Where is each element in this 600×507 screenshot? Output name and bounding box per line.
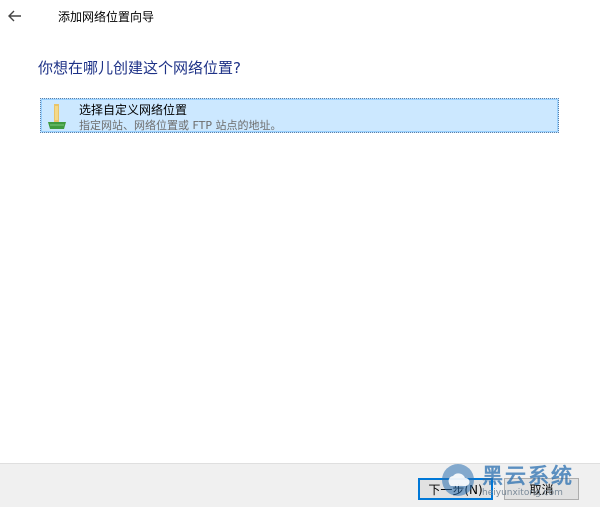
watermark-name: 黑云系统 <box>482 463 574 488</box>
option-title: 选择自定义网络位置 <box>79 103 188 117</box>
option-custom-network-location[interactable]: 选择自定义网络位置 指定网站、网络位置或 FTP 站点的地址。 <box>40 98 559 133</box>
folder-network-icon <box>48 104 66 129</box>
cloud-logo-icon <box>442 464 474 496</box>
wizard-window: 添加网络位置向导 你想在哪儿创建这个网络位置? 选择自定义网络位置 指定网站、网… <box>0 0 600 507</box>
back-button[interactable] <box>4 6 26 26</box>
option-description: 指定网站、网络位置或 FTP 站点的地址。 <box>79 119 282 132</box>
watermark: 黑云系统 heiyunxitong.com <box>440 460 590 506</box>
title-bar: 添加网络位置向导 <box>0 0 600 34</box>
watermark-site: heiyunxitong.com <box>482 488 563 498</box>
page-heading: 你想在哪儿创建这个网络位置? <box>38 59 241 77</box>
wizard-title: 添加网络位置向导 <box>58 10 155 24</box>
back-arrow-icon <box>8 10 21 22</box>
